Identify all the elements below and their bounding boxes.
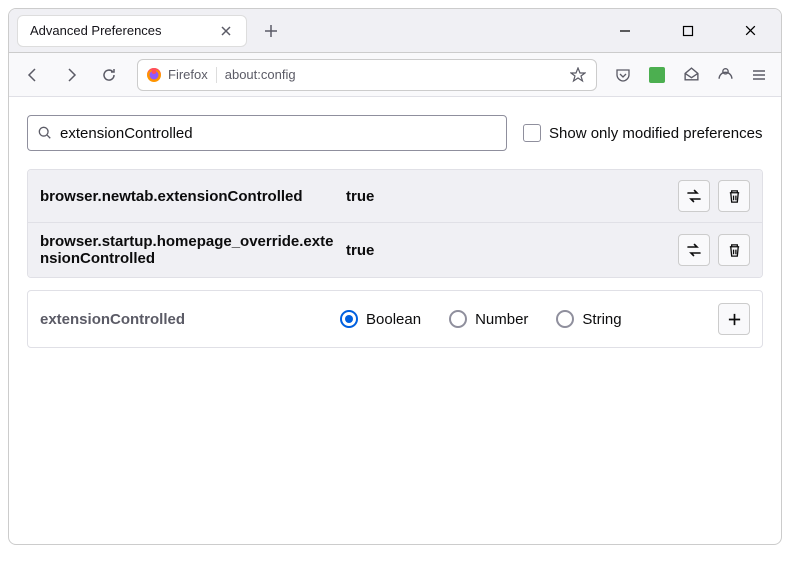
pref-name: browser.newtab.extensionControlled bbox=[40, 188, 340, 205]
radio-string[interactable]: String bbox=[556, 310, 621, 328]
pref-actions bbox=[678, 234, 750, 266]
close-window-button[interactable] bbox=[728, 15, 773, 47]
checkbox-label: Show only modified preferences bbox=[549, 125, 762, 142]
pref-value: true bbox=[340, 242, 678, 259]
reload-button[interactable] bbox=[93, 59, 125, 91]
new-pref-name: extensionControlled bbox=[40, 311, 340, 328]
mail-icon[interactable] bbox=[677, 61, 705, 89]
urlbar[interactable]: Firefox about:config bbox=[137, 59, 597, 91]
firefox-icon bbox=[146, 67, 162, 83]
window-controls bbox=[602, 15, 773, 47]
toggle-button[interactable] bbox=[678, 180, 710, 212]
identity-box[interactable]: Firefox bbox=[146, 67, 217, 83]
new-pref-row: extensionControlled Boolean Number Strin… bbox=[27, 290, 763, 348]
account-icon[interactable] bbox=[711, 61, 739, 89]
browser-tab[interactable]: Advanced Preferences bbox=[17, 15, 247, 47]
add-button[interactable] bbox=[718, 303, 750, 335]
bookmark-star-icon[interactable] bbox=[568, 65, 588, 85]
new-tab-button[interactable] bbox=[255, 15, 287, 47]
radio-icon bbox=[556, 310, 574, 328]
pref-name: browser.startup.homepage_override.extens… bbox=[40, 233, 340, 267]
pref-row[interactable]: browser.newtab.extensionControlled true bbox=[28, 170, 762, 222]
radio-label: Boolean bbox=[366, 311, 421, 328]
tab-title: Advanced Preferences bbox=[30, 23, 218, 38]
radio-label: Number bbox=[475, 311, 528, 328]
content-area: Show only modified preferences browser.n… bbox=[9, 97, 781, 366]
delete-button[interactable] bbox=[718, 180, 750, 212]
pref-row[interactable]: browser.startup.homepage_override.extens… bbox=[28, 222, 762, 277]
search-icon bbox=[38, 126, 52, 140]
forward-button[interactable] bbox=[55, 59, 87, 91]
url-text: about:config bbox=[217, 67, 568, 82]
maximize-button[interactable] bbox=[665, 15, 710, 47]
toolbar: Firefox about:config bbox=[9, 53, 781, 97]
type-radio-group: Boolean Number String bbox=[340, 310, 718, 328]
browser-window: Advanced Preferences bbox=[8, 8, 782, 545]
radio-icon bbox=[449, 310, 467, 328]
back-button[interactable] bbox=[17, 59, 49, 91]
minimize-button[interactable] bbox=[602, 15, 647, 47]
search-input[interactable] bbox=[60, 125, 496, 142]
checkbox-icon bbox=[523, 124, 541, 142]
extension-icon[interactable] bbox=[643, 61, 671, 89]
menu-icon[interactable] bbox=[745, 61, 773, 89]
radio-boolean[interactable]: Boolean bbox=[340, 310, 421, 328]
delete-button[interactable] bbox=[718, 234, 750, 266]
radio-icon bbox=[340, 310, 358, 328]
identity-label: Firefox bbox=[168, 67, 208, 82]
titlebar: Advanced Preferences bbox=[9, 9, 781, 53]
close-tab-icon[interactable] bbox=[218, 23, 234, 39]
toggle-button[interactable] bbox=[678, 234, 710, 266]
search-row: Show only modified preferences bbox=[27, 115, 763, 151]
radio-label: String bbox=[582, 311, 621, 328]
pref-value: true bbox=[340, 188, 678, 205]
pref-actions bbox=[678, 180, 750, 212]
search-box[interactable] bbox=[27, 115, 507, 151]
radio-number[interactable]: Number bbox=[449, 310, 528, 328]
pocket-icon[interactable] bbox=[609, 61, 637, 89]
modified-only-checkbox[interactable]: Show only modified preferences bbox=[523, 124, 762, 142]
pref-table: browser.newtab.extensionControlled true … bbox=[27, 169, 763, 278]
